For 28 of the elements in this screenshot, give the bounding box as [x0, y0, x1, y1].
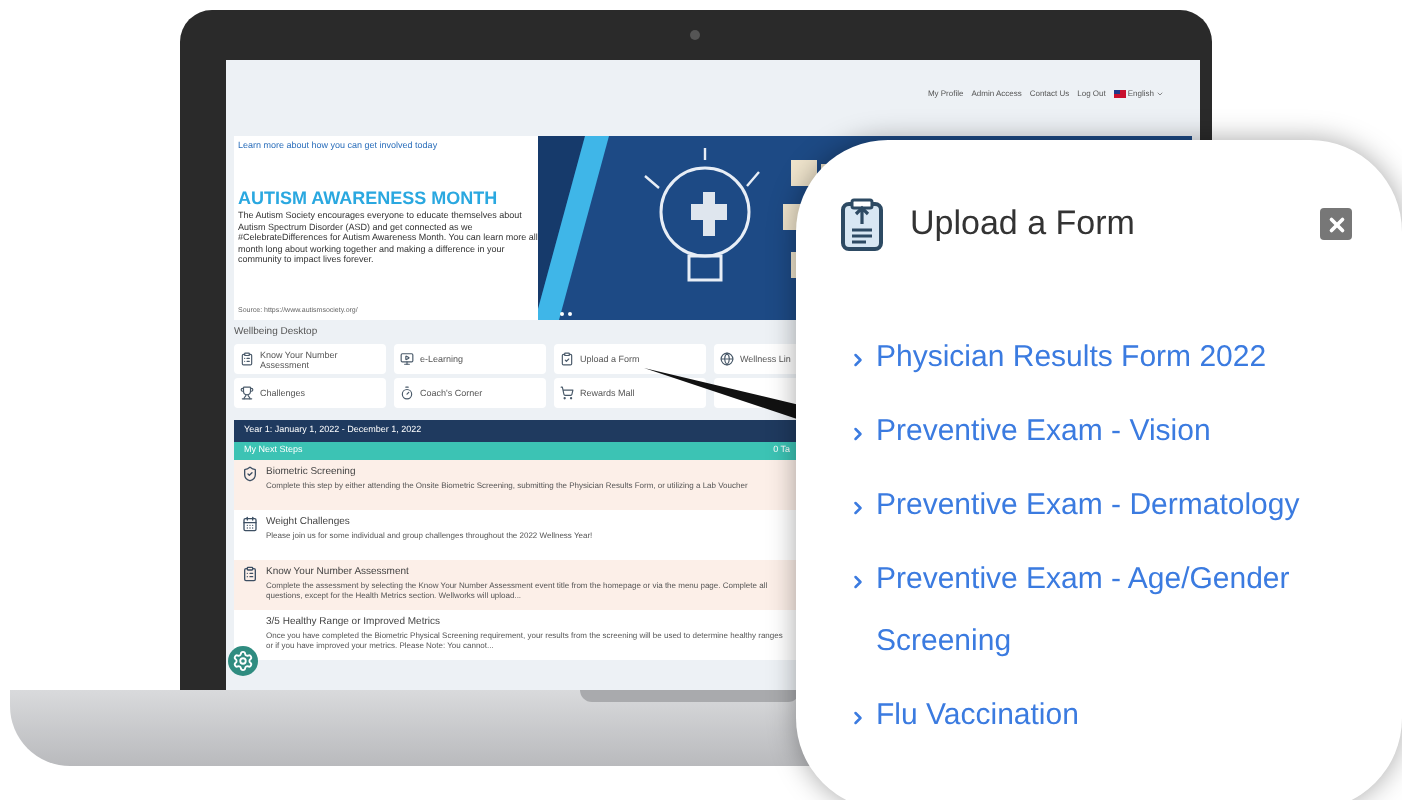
form-link[interactable]: Preventive Exam - Age/Gender Screening [848, 548, 1372, 672]
form-link[interactable]: Flu Vaccination [848, 684, 1372, 746]
chevron-icon [848, 350, 868, 370]
chevron-icon [848, 498, 868, 518]
banner-title: AUTISM AWARENESS MONTH [238, 188, 500, 210]
close-button[interactable] [1320, 208, 1352, 240]
chevron-icon [848, 708, 868, 728]
step-row[interactable] [234, 560, 800, 610]
step-row[interactable] [234, 610, 800, 660]
globe-icon [720, 352, 734, 366]
clipboard-upload-icon [840, 196, 884, 252]
popup-title: Upload a Form [910, 202, 1135, 247]
clipboard-icon [242, 566, 258, 582]
form-link[interactable]: Preventive Exam - Vision [848, 400, 1372, 462]
chevron-icon [848, 572, 868, 592]
shield-icon [242, 466, 258, 482]
stopwatch-icon [400, 386, 414, 400]
close-icon [1325, 213, 1347, 235]
clipboard-icon [560, 352, 574, 366]
monitor-icon [400, 352, 414, 366]
cart-icon [560, 386, 574, 400]
chevron-icon [848, 424, 868, 444]
camera-icon [690, 30, 700, 40]
form-link[interactable]: Preventive Exam - Dermatology [848, 474, 1372, 536]
clipboard-icon [240, 352, 254, 366]
trophy-icon [240, 386, 254, 400]
flag-icon [1113, 90, 1126, 98]
calendar-icon [242, 516, 258, 532]
